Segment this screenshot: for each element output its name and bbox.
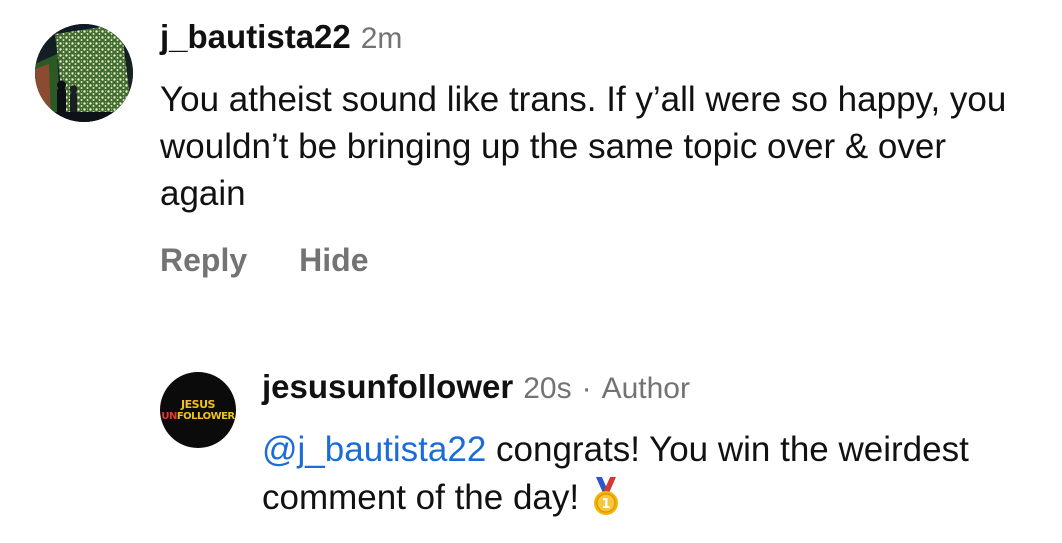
mention-link[interactable]: @j_bautista22 — [262, 430, 486, 469]
meta-separator: · — [581, 372, 592, 405]
reply-text: @j_bautista22 congrats! You win the weir… — [262, 426, 1042, 530]
reply-timestamp: 20s — [523, 372, 572, 405]
reply-header: jesusunfollower 20s · Author — [262, 368, 690, 416]
comment-username[interactable]: j_bautista22 — [160, 18, 351, 56]
author-badge: Author — [601, 372, 690, 405]
comment-actions: Reply Hide — [160, 242, 368, 279]
comment-timestamp: 2m — [360, 22, 403, 55]
avatar-logo-line1: JESUS — [181, 397, 215, 411]
hide-button[interactable]: Hide — [299, 242, 368, 279]
comment-header: j_bautista22 2m — [160, 18, 402, 66]
medal-icon: 1 — [589, 477, 623, 530]
reply-username[interactable]: jesusunfollower — [262, 368, 513, 406]
avatar-logo-line2: UNFOLLOWER — [161, 410, 235, 422]
avatar-logo-un: UN — [161, 410, 177, 422]
user-avatar[interactable] — [35, 24, 133, 122]
avatar-logo-follower: FOLLOWER — [176, 410, 235, 422]
comment-text: You atheist sound like trans. If y’all w… — [160, 80, 1007, 213]
reply-button[interactable]: Reply — [160, 242, 247, 279]
reply-avatar[interactable]: JESUS UNFOLLOWER — [160, 372, 236, 448]
avatar-photo — [35, 24, 133, 122]
svg-text:1: 1 — [602, 497, 611, 512]
